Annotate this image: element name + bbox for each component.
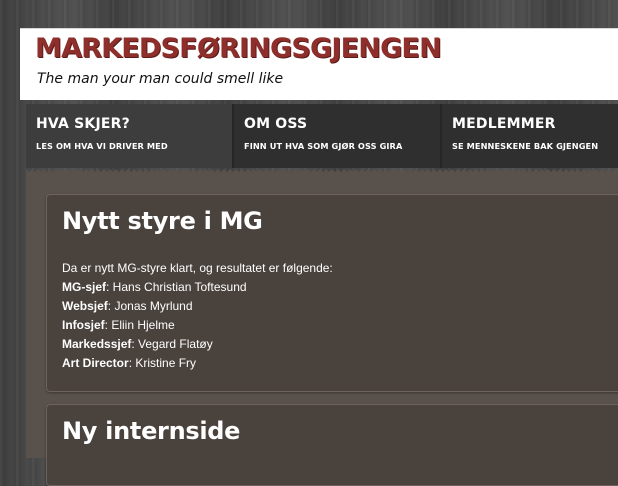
role-label: MG-sjef: [62, 280, 107, 294]
nav-item-title: HVA SKJER?: [36, 116, 130, 132]
role-line: Art Director: Kristine Fry: [62, 354, 618, 373]
role-label: Infosjef: [62, 318, 105, 332]
role-line: Websjef: Jonas Myrlund: [62, 297, 618, 316]
post-card: Ny internside: [46, 404, 618, 486]
role-name: : Vegard Flatøy: [131, 337, 213, 351]
post-intro: Da er nytt MG-styre klart, og resultatet…: [62, 261, 333, 275]
post-card: Nytt styre i MG Da er nytt MG-styre klar…: [46, 194, 618, 392]
nav-item-subtitle: LES OM HVA VI DRIVER MED: [36, 141, 168, 151]
post-title[interactable]: Nytt styre i MG: [62, 207, 618, 235]
nav-item-subtitle: FINN UT HVA SOM GJØR OSS GIRA: [244, 141, 403, 151]
role-name: : Eliin Hjelme: [104, 318, 175, 332]
nav-item-medlemmer[interactable]: MEDLEMMER SE MENNESKENE BAK GJENGEN: [442, 104, 618, 168]
site-header: MARKEDSFØRINGSGJENGEN The man your man c…: [20, 28, 618, 100]
role-label: Markedssjef: [62, 337, 132, 351]
nav-item-hva-skjer[interactable]: HVA SKJER? LES OM HVA VI DRIVER MED: [26, 104, 234, 168]
post-title[interactable]: Ny internside: [62, 417, 618, 445]
role-line: MG-sjef: Hans Christian Toftesund: [62, 278, 618, 297]
nav-item-title: MEDLEMMER: [452, 116, 556, 132]
role-name: : Jonas Myrlund: [107, 299, 193, 313]
role-label: Art Director: [62, 356, 129, 370]
role-label: Websjef: [62, 299, 108, 313]
role-line: Infosjef: Eliin Hjelme: [62, 316, 618, 335]
nav-item-subtitle: SE MENNESKENE BAK GJENGEN: [452, 141, 599, 151]
main-content: Nytt styre i MG Da er nytt MG-styre klar…: [26, 172, 618, 486]
nav-item-om-oss[interactable]: OM OSS FINN UT HVA SOM GJØR OSS GIRA: [234, 104, 442, 168]
site-tagline: The man your man could smell like: [37, 71, 284, 87]
main-nav: HVA SKJER? LES OM HVA VI DRIVER MED OM O…: [26, 104, 618, 168]
role-name: : Hans Christian Toftesund: [106, 280, 247, 294]
role-name: : Kristine Fry: [128, 356, 197, 370]
nav-item-title: OM OSS: [244, 116, 308, 132]
role-line: Markedssjef: Vegard Flatøy: [62, 335, 618, 354]
site-title[interactable]: MARKEDSFØRINGSGJENGEN: [35, 33, 442, 64]
